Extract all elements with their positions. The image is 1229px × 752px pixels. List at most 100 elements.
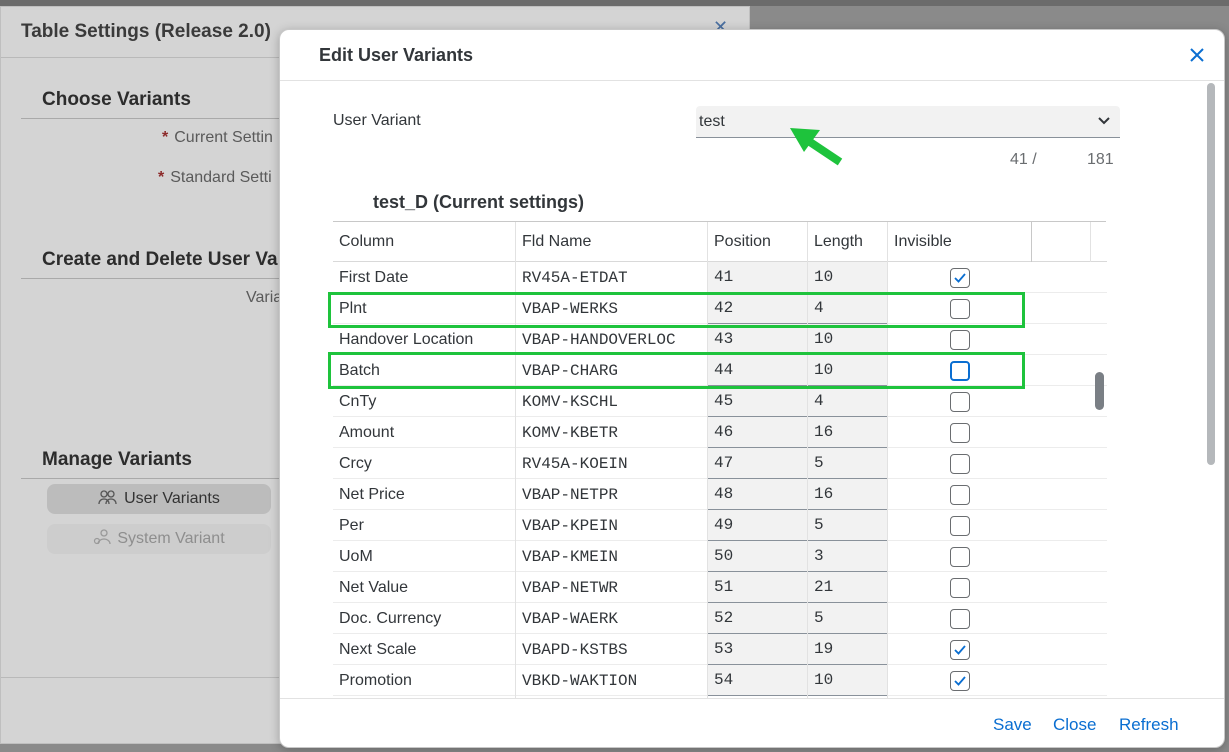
- length-input[interactable]: 16: [808, 479, 888, 510]
- cell-fld-name: VBKD-WAKTION: [522, 671, 638, 690]
- cell-fld-name: VBAP-HANDOVERLOC: [522, 330, 676, 349]
- header-column[interactable]: Column: [333, 222, 516, 262]
- length-input[interactable]: 10: [808, 324, 888, 355]
- annotation-arrow-icon: [790, 128, 843, 166]
- length-input[interactable]: 19: [808, 634, 888, 665]
- cell-fld-name: VBAP-KMEIN: [522, 547, 619, 566]
- table-scrollbar-thumb[interactable]: [1095, 372, 1104, 410]
- user-variants-button[interactable]: User Variants: [47, 484, 271, 514]
- length-input[interactable]: 10: [808, 665, 888, 696]
- position-input[interactable]: 46: [708, 417, 808, 448]
- length-input[interactable]: 5: [808, 603, 888, 634]
- header-length[interactable]: Length: [808, 222, 888, 262]
- invisible-checkbox[interactable]: [949, 484, 970, 505]
- table-row: First Date RV45A-ETDAT 41 10: [333, 262, 1107, 293]
- position-input[interactable]: 54: [708, 665, 808, 696]
- table-row: Per VBAP-KPEIN 49 5: [333, 510, 1107, 541]
- table-row: Handover Location VBAP-HANDOVERLOC 43 10: [333, 324, 1107, 355]
- length-input[interactable]: 5: [808, 448, 888, 479]
- cell-column: Promotion: [339, 671, 412, 689]
- cell-column: Per: [339, 516, 364, 534]
- header-fld-name[interactable]: Fld Name: [516, 222, 708, 262]
- cell-column: Crcy: [339, 454, 372, 472]
- cell-fld-name: VBAP-NETWR: [522, 578, 619, 597]
- position-input[interactable]: 50: [708, 541, 808, 572]
- invisible-checkbox[interactable]: [949, 546, 970, 567]
- cell-column: CnTy: [339, 392, 377, 410]
- length-input[interactable]: 16: [808, 417, 888, 448]
- column-separator: [1090, 222, 1091, 262]
- cell-invisible: [888, 386, 1031, 417]
- close-button[interactable]: Close: [1053, 715, 1096, 735]
- counter-total: 181: [1087, 151, 1114, 168]
- length-input[interactable]: 5: [808, 510, 888, 541]
- cell-fld-name: RV45A-ETDAT: [522, 268, 628, 287]
- section-create-delete: Create and Delete User Va: [42, 249, 278, 270]
- position-input[interactable]: 47: [708, 448, 808, 479]
- refresh-button[interactable]: Refresh: [1119, 715, 1179, 735]
- standard-settings-label: * Standard Setti: [158, 169, 272, 186]
- user-variant-select[interactable]: test: [696, 106, 1120, 138]
- current-settings-label: * Current Settin: [162, 129, 273, 146]
- length-input[interactable]: 4: [808, 386, 888, 417]
- invisible-checkbox[interactable]: [949, 267, 970, 288]
- cell-column: Next Scale: [339, 640, 417, 658]
- position-input[interactable]: 52: [708, 603, 808, 634]
- length-input[interactable]: 3: [808, 541, 888, 572]
- cell-column: First Date: [339, 268, 409, 286]
- invisible-checkbox[interactable]: [949, 422, 970, 443]
- divider: [21, 478, 291, 479]
- invisible-checkbox[interactable]: [949, 608, 970, 629]
- checkmark-icon: [953, 675, 966, 686]
- table-row: Net Value VBAP-NETWR 51 21: [333, 572, 1107, 603]
- dialog-scrollbar-thumb[interactable]: [1207, 83, 1215, 465]
- length-input[interactable]: 21: [808, 572, 888, 603]
- table-header: Column Fld Name Position Length Invisibl…: [333, 222, 1107, 262]
- save-button[interactable]: Save: [993, 715, 1032, 735]
- highlight-box-batch: [328, 352, 1025, 389]
- close-icon[interactable]: [1186, 44, 1208, 66]
- cell-column: UoM: [339, 547, 373, 565]
- checkmark-icon: [953, 644, 966, 655]
- position-input[interactable]: 51: [708, 572, 808, 603]
- cell-invisible: [888, 603, 1031, 634]
- cell-fld-name: RV45A-KOEIN: [522, 454, 628, 473]
- position-input[interactable]: 53: [708, 634, 808, 665]
- highlight-box-plnt: [328, 292, 1025, 328]
- table-row: UoM VBAP-KMEIN 50 3: [333, 541, 1107, 572]
- invisible-checkbox[interactable]: [949, 329, 970, 350]
- users-icon: [98, 489, 118, 510]
- cell-column: Doc. Currency: [339, 609, 442, 627]
- invisible-checkbox[interactable]: [949, 670, 970, 691]
- invisible-checkbox[interactable]: [949, 577, 970, 598]
- dialog-title: Edit User Variants: [319, 45, 474, 65]
- table-settings-title: Table Settings (Release 2.0): [21, 21, 271, 42]
- length-input[interactable]: 10: [808, 262, 888, 293]
- edit-user-variants-dialog: Edit User Variants User Variant test 41 …: [279, 29, 1225, 748]
- cell-column: Net Price: [339, 485, 405, 503]
- header-invisible[interactable]: Invisible: [888, 222, 1031, 262]
- header-position[interactable]: Position: [708, 222, 808, 262]
- table-row: Doc. Currency VBAP-WAERK 52 5: [333, 603, 1107, 634]
- cell-invisible: [888, 572, 1031, 603]
- position-input[interactable]: 49: [708, 510, 808, 541]
- cell-fld-name: VBAP-KPEIN: [522, 516, 619, 535]
- system-variant-button[interactable]: System Variant: [47, 524, 271, 554]
- cell-column: Handover Location: [339, 330, 474, 348]
- section-choose-variants: Choose Variants: [42, 89, 191, 110]
- section-manage-variants: Manage Variants: [42, 449, 192, 470]
- table-row: CnTy KOMV-KSCHL 45 4: [333, 386, 1107, 417]
- cell-invisible: [888, 448, 1031, 479]
- invisible-checkbox[interactable]: [949, 391, 970, 412]
- invisible-checkbox[interactable]: [949, 639, 970, 660]
- position-input[interactable]: 48: [708, 479, 808, 510]
- position-input[interactable]: 45: [708, 386, 808, 417]
- invisible-checkbox[interactable]: [949, 453, 970, 474]
- position-input[interactable]: 41: [708, 262, 808, 293]
- divider: [21, 278, 291, 279]
- divider: [21, 118, 291, 119]
- cell-column: Net Value: [339, 578, 409, 596]
- position-input[interactable]: 43: [708, 324, 808, 355]
- invisible-checkbox[interactable]: [949, 515, 970, 536]
- cell-fld-name: KOMV-KSCHL: [522, 392, 619, 411]
